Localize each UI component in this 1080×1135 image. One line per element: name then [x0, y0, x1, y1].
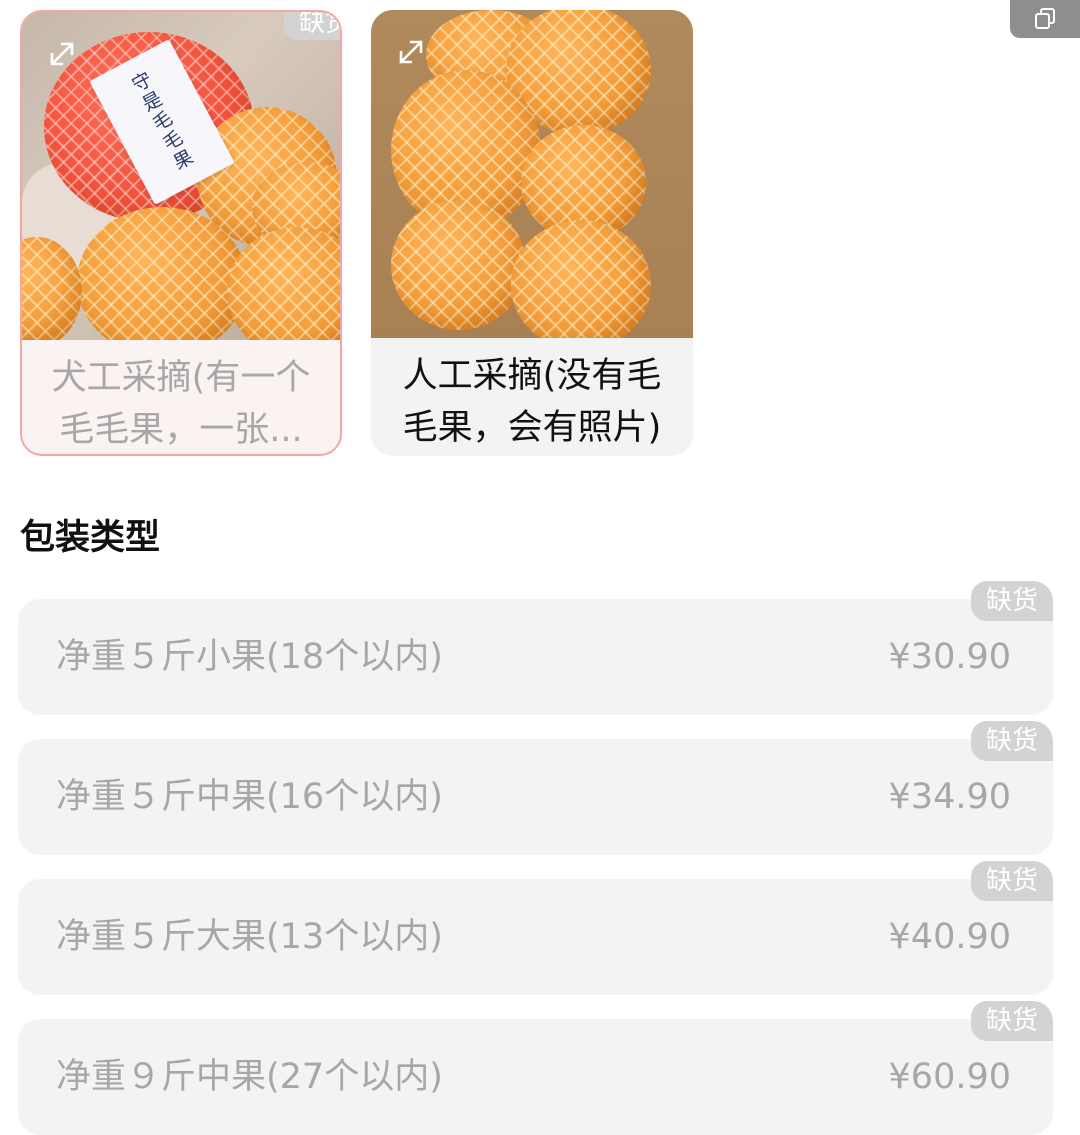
section-title-packaging: 包装类型 [20, 518, 161, 558]
variant-photo [371, 10, 693, 338]
variant-label: 犬工采摘(有一个毛毛果，一张... [51, 358, 311, 450]
copy-window-icon [1035, 8, 1055, 29]
expand-icon[interactable] [397, 38, 425, 66]
packaging-option[interactable]: 净重５斤小果(18个以内) ¥30.90 缺货 [18, 581, 1053, 715]
copy-window-button[interactable] [1010, 0, 1080, 38]
out-of-stock-badge: 缺货 [284, 12, 340, 40]
variant-card-machine-picked[interactable]: 守是毛毛果 犬工采摘(有一个毛毛果，一张... 缺货 [20, 10, 342, 456]
option-label: 净重９斤中果(27个以内) [56, 1057, 443, 1097]
variant-label: 人工采摘(没有毛毛果，会有照片) [402, 356, 662, 448]
packaging-option[interactable]: 净重５斤大果(13个以内) ¥40.90 缺货 [18, 861, 1053, 995]
option-label: 净重５斤小果(18个以内) [56, 637, 443, 677]
note-text: 守是毛毛果 [126, 68, 198, 176]
fruit [391, 200, 526, 330]
out-of-stock-badge: 缺货 [971, 1001, 1053, 1041]
out-of-stock-badge: 缺货 [971, 721, 1053, 761]
out-of-stock-badge: 缺货 [971, 861, 1053, 901]
option-label: 净重５斤大果(13个以内) [56, 917, 443, 957]
fruit [227, 227, 340, 340]
variant-card-hand-picked[interactable]: 人工采摘(没有毛毛果，会有照片) [371, 10, 693, 456]
option-label: 净重５斤中果(16个以内) [56, 777, 443, 817]
out-of-stock-badge: 缺货 [971, 581, 1053, 621]
fruit [511, 220, 651, 338]
variant-photo: 守是毛毛果 [22, 12, 340, 340]
packaging-option[interactable]: 净重５斤中果(16个以内) ¥34.90 缺货 [18, 721, 1053, 855]
packaging-option[interactable]: 净重９斤中果(27个以内) ¥60.90 缺货 [18, 1001, 1053, 1135]
expand-icon[interactable] [48, 40, 76, 68]
